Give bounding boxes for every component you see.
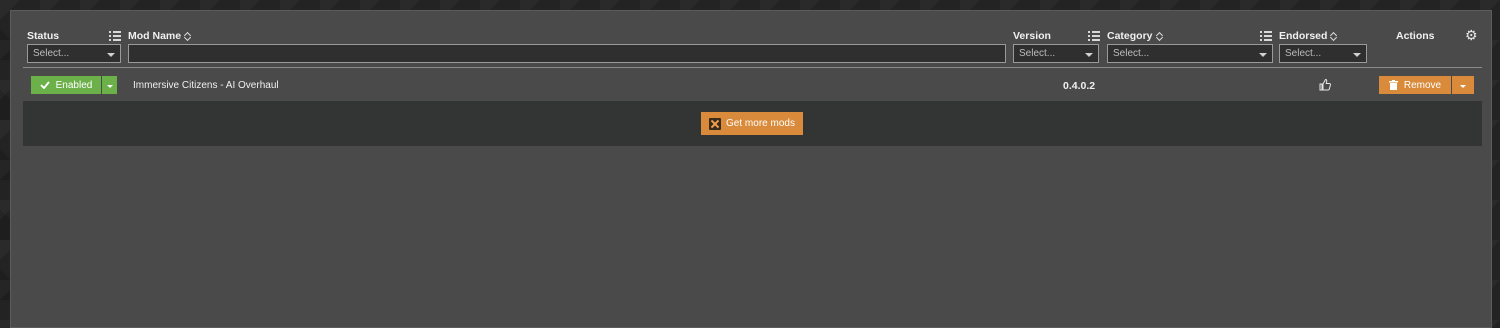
- endorsed-header-label: Endorsed: [1279, 30, 1328, 42]
- version-column-header[interactable]: Version: [1013, 30, 1051, 42]
- status-toggle: Enabled: [31, 76, 117, 94]
- mod-name-filter-input[interactable]: [128, 44, 1006, 63]
- status-header-label: Status: [27, 30, 60, 42]
- version-filter-select[interactable]: Select...: [1013, 44, 1099, 63]
- table-row[interactable]: Enabled Immersive Citizens - AI Overhaul…: [23, 73, 1482, 101]
- version-cell: 0.4.0.2: [1063, 80, 1096, 92]
- category-column-list-icon[interactable]: [1260, 31, 1272, 41]
- header-divider: [23, 67, 1482, 68]
- get-more-mods-button[interactable]: Get more mods: [701, 112, 803, 135]
- nexus-icon: [709, 117, 722, 130]
- remove-button-group: Remove: [1379, 76, 1474, 94]
- mod-name-column-header[interactable]: Mod Name: [128, 30, 192, 42]
- status-label: Enabled: [55, 79, 93, 91]
- get-more-mods-label: Get more mods: [726, 118, 795, 129]
- actions-header-label: Actions: [1396, 30, 1435, 42]
- version-filter-placeholder: Select...: [1019, 48, 1056, 59]
- enabled-button[interactable]: Enabled: [31, 76, 101, 94]
- chevron-down-icon: [1353, 52, 1361, 57]
- status-dropdown-button[interactable]: [102, 76, 117, 94]
- mods-panel: Status Select... Mod Name Version Select…: [10, 10, 1492, 328]
- status-filter-placeholder: Select...: [33, 48, 70, 59]
- table-header: Status Select... Mod Name Version Select…: [11, 11, 1491, 67]
- sort-icon: [1156, 31, 1164, 41]
- category-filter-placeholder: Select...: [1113, 48, 1150, 59]
- gear-icon[interactable]: ⚙: [1465, 28, 1478, 42]
- chevron-down-icon: [1085, 52, 1093, 57]
- sort-icon: [1330, 31, 1338, 41]
- remove-button[interactable]: Remove: [1379, 76, 1451, 94]
- chevron-down-icon: [1259, 52, 1267, 57]
- remove-dropdown-button[interactable]: [1452, 76, 1474, 94]
- category-header-label: Category: [1107, 30, 1153, 42]
- endorsed-column-header[interactable]: Endorsed: [1279, 30, 1338, 42]
- trash-icon: [1388, 80, 1398, 90]
- chevron-down-icon: [1460, 84, 1466, 88]
- version-column-list-icon[interactable]: [1088, 31, 1100, 41]
- mod-name-header-label: Mod Name: [128, 30, 182, 42]
- mod-name-cell: Immersive Citizens - AI Overhaul: [133, 80, 279, 91]
- status-column-header[interactable]: Status: [27, 30, 59, 42]
- chevron-down-icon: [106, 84, 113, 88]
- version-header-label: Version: [1013, 30, 1051, 42]
- endorsed-filter-placeholder: Select...: [1285, 48, 1322, 59]
- category-filter-select[interactable]: Select...: [1107, 44, 1273, 63]
- chevron-down-icon: [107, 52, 115, 57]
- status-filter-select[interactable]: Select...: [27, 44, 121, 63]
- check-icon: [40, 81, 50, 89]
- status-column-list-icon[interactable]: [109, 31, 121, 41]
- thumbs-up-icon[interactable]: [1318, 78, 1332, 92]
- category-column-header[interactable]: Category: [1107, 30, 1164, 42]
- actions-column-header: Actions: [1396, 30, 1435, 42]
- remove-label: Remove: [1403, 79, 1442, 91]
- endorsed-filter-select[interactable]: Select...: [1279, 44, 1367, 63]
- sort-icon: [184, 31, 192, 41]
- get-more-mods-bar: Get more mods: [23, 101, 1482, 146]
